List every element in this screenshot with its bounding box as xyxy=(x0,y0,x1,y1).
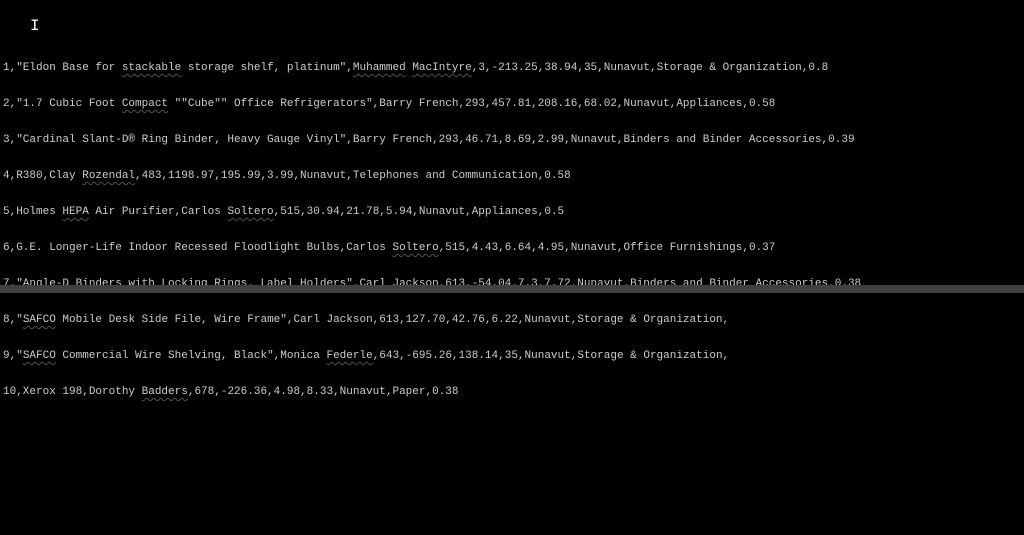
csv-line: 4,R380,Clay Rozendal,483,1198.97,195.99,… xyxy=(3,170,1024,182)
csv-line: 3,"Cardinal Slant-D® Ring Binder, Heavy … xyxy=(3,134,1024,146)
csv-line: 8,"SAFCO Mobile Desk Side File, Wire Fra… xyxy=(3,314,1024,326)
file-content[interactable]: 1,"Eldon Base for stackable storage shel… xyxy=(3,38,1024,422)
csv-line: 1,"Eldon Base for stackable storage shel… xyxy=(3,62,1024,74)
csv-line: 5,Holmes HEPA Air Purifier,Carlos Solter… xyxy=(3,206,1024,218)
csv-line: 10,Xerox 198,Dorothy Badders,678,-226.36… xyxy=(3,386,1024,398)
csv-line: 9,"SAFCO Commercial Wire Shelving, Black… xyxy=(3,350,1024,362)
panel-divider[interactable] xyxy=(0,285,1024,293)
csv-line: 2,"1.7 Cubic Foot Compact ""Cube"" Offic… xyxy=(3,98,1024,110)
csv-line: 6,G.E. Longer-Life Indoor Recessed Flood… xyxy=(3,242,1024,254)
editor-viewport[interactable]: I 1,"Eldon Base for stackable storage sh… xyxy=(0,0,1024,535)
text-cursor: I xyxy=(30,18,31,34)
